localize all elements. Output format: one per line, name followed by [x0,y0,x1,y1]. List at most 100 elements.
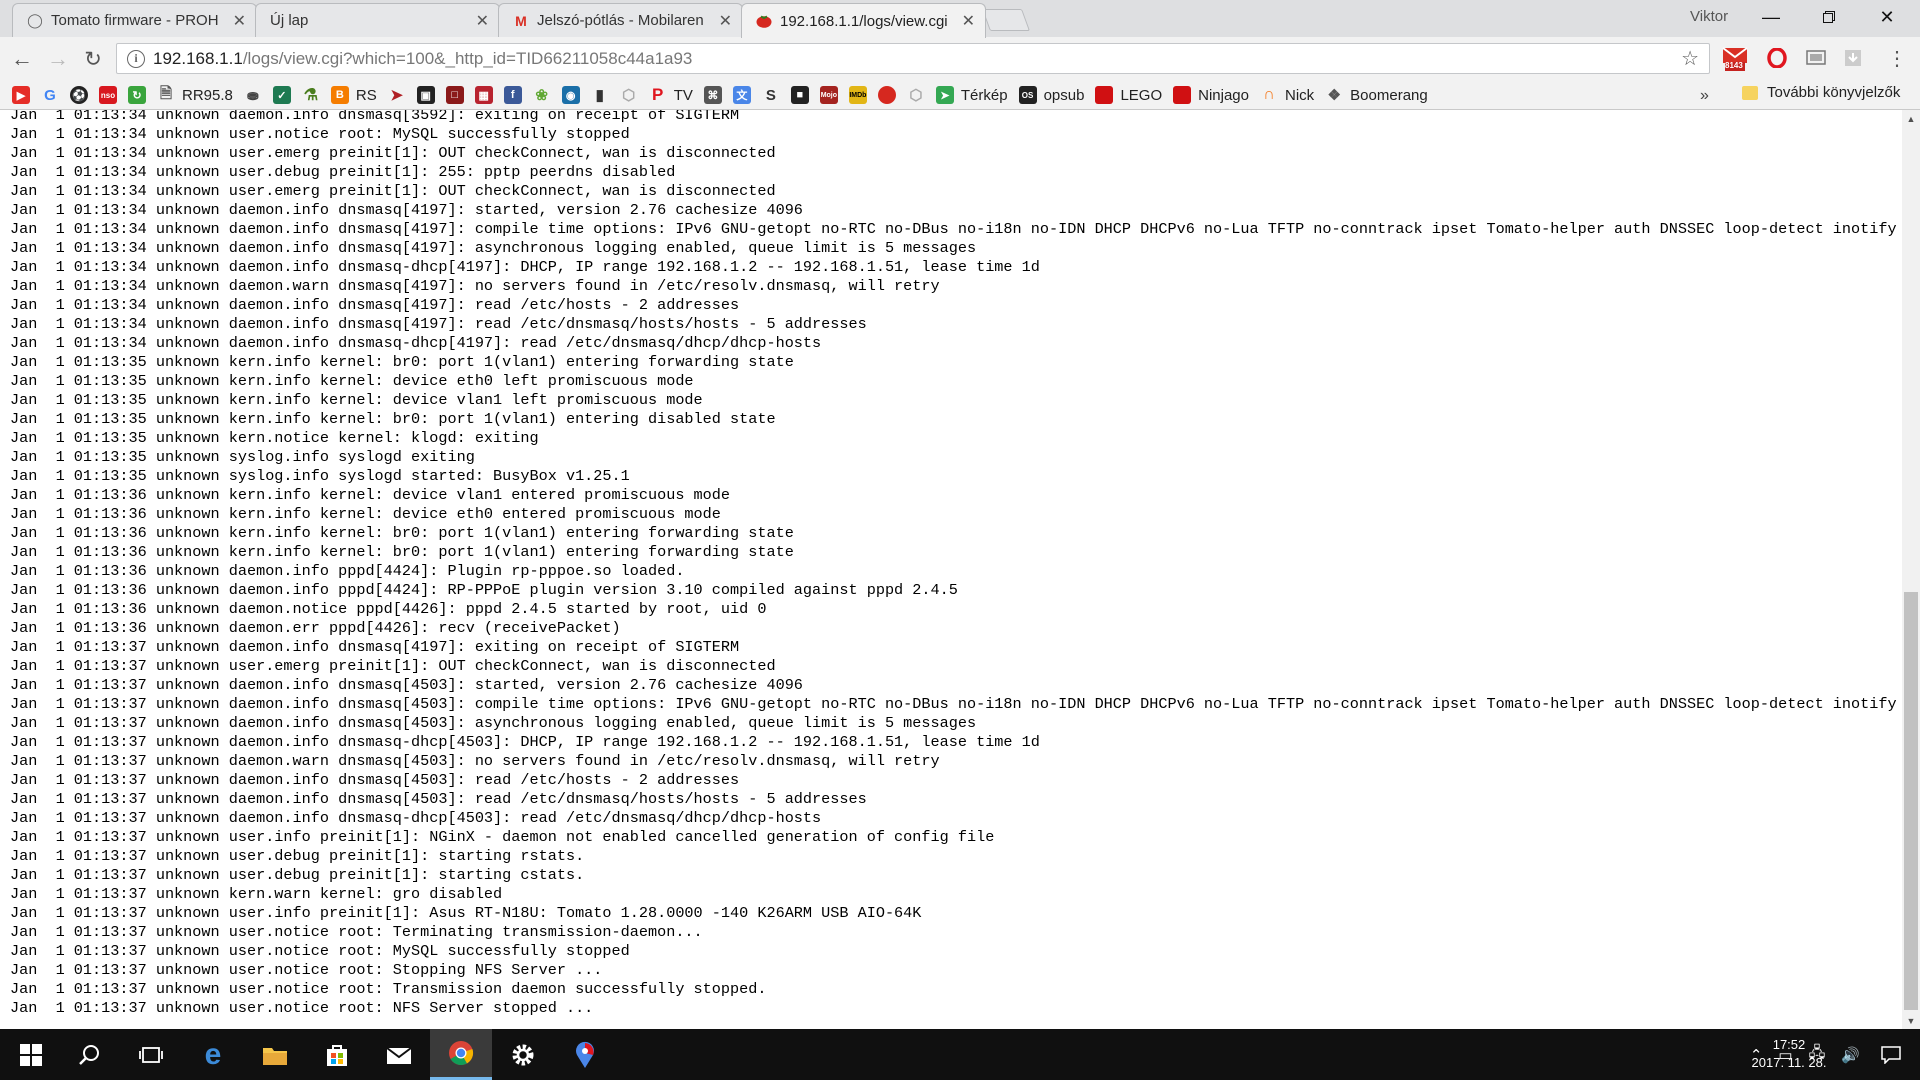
forward-button[interactable]: → [44,45,72,73]
reload-button[interactable]: ↻ [79,45,107,73]
log-line: Jan 1 01:13:35 unknown syslog.info syslo… [10,467,630,485]
bookmark-item[interactable]: 文 [732,86,751,104]
bookmark-item[interactable]: OS opsub [1018,86,1084,104]
opera-icon[interactable] [1764,45,1790,71]
file-explorer-icon[interactable] [244,1029,306,1080]
bookmark-item[interactable]: ✓ [272,86,291,104]
log-line: Jan 1 01:13:37 unknown user.emerg preini… [10,657,776,675]
bookmark-item[interactable]: G [41,86,59,104]
notification-center-icon[interactable] [1862,1029,1920,1080]
blogger-icon: B [330,86,349,104]
box-icon: ⬡ [622,87,636,104]
bookmark-item[interactable]: ⬡ [620,86,638,104]
maps-pin-icon[interactable] [554,1029,616,1080]
bookmark-item[interactable]: ⚗ [302,86,320,104]
close-icon[interactable]: ✕ [476,11,489,31]
bookmark-item[interactable]: S [762,86,780,104]
bookmark-item[interactable]: Mojo [819,86,838,104]
scroll-down-arrow-icon[interactable]: ▼ [1902,1012,1920,1029]
gmail-extension-icon[interactable]: 8143 [1722,45,1748,71]
log-line: Jan 1 01:13:35 unknown kern.info kernel:… [10,410,776,428]
bookmark-item[interactable]: ▶ [12,86,30,104]
info-icon[interactable]: i [127,49,145,68]
address-bar[interactable]: i 192.168.1.1/logs/view.cgi?which=100&_h… [116,43,1710,74]
star-icon[interactable]: ☆ [1681,46,1699,71]
other-bookmarks[interactable]: További könyvjelzők [1742,84,1900,101]
profile-name[interactable]: Viktor [1690,8,1728,25]
bookmark-item[interactable]: f [503,86,522,104]
tab-tomato-firmware[interactable]: ◯ Tomato firmware - PROH ✕ [12,3,257,37]
start-button[interactable] [0,1029,62,1080]
log-line: Jan 1 01:13:34 unknown daemon.info dnsma… [10,315,867,333]
tab-jelszo-potlas[interactable]: M Jelszó-pótlás - Mobilaren ✕ [498,3,743,37]
bookmarks-overflow-button[interactable]: » [1700,87,1709,105]
clock-time: 17:52 [1772,1037,1806,1052]
download-icon[interactable] [1840,45,1866,71]
mail-icon[interactable] [368,1029,430,1080]
bookmark-item[interactable]: ■ [790,86,809,104]
bookmark-item[interactable]: ∩ Nick [1260,86,1314,104]
store-icon[interactable] [306,1029,368,1080]
restore-button[interactable] [1801,0,1857,34]
bookmark-item[interactable]: ▮ [591,86,609,104]
bookmark-item[interactable]: ⌘ [703,86,722,104]
tab-log-view[interactable]: 192.168.1.1/logs/view.cgi ✕ [741,3,986,38]
bookmark-item[interactable] [877,86,896,104]
new-tab-button[interactable] [981,9,1031,31]
bookmark-item[interactable]: ❖ Boomerang [1325,86,1428,105]
close-icon[interactable]: ✕ [962,11,975,31]
tab-new-tab[interactable]: Új lap ✕ [255,3,500,37]
url-text[interactable]: 192.168.1.1/logs/view.cgi?which=100&_htt… [153,49,692,69]
url-path: /logs/view.cgi?which=100&_http_id=TID662… [242,48,693,68]
bookmark-item[interactable]: B RS [330,86,377,104]
bookmark-item[interactable]: ❀ [533,86,551,104]
chrome-icon[interactable] [430,1029,492,1080]
leaf-icon: ❀ [535,87,548,104]
close-icon[interactable]: ✕ [233,11,246,31]
bookmark-label: LEGO [1120,86,1163,104]
bookmark-item[interactable]: LEGO [1095,86,1162,104]
bookmark-item[interactable]: ⚽ [70,86,88,104]
log-line: Jan 1 01:13:37 unknown daemon.info dnsma… [10,790,867,808]
tomato-icon [756,13,772,29]
bookmark-item[interactable]: ↻ [128,86,146,104]
scrollbar[interactable]: ▲ ▼ [1902,110,1920,1029]
task-view-icon[interactable] [120,1029,182,1080]
log-line: Jan 1 01:13:34 unknown daemon.info dnsma… [10,110,740,124]
close-window-button[interactable]: ✕ [1859,0,1915,34]
bookmark-item[interactable]: nso [99,86,117,104]
log-line: Jan 1 01:13:34 unknown daemon.info dnsma… [10,220,1897,238]
scroll-up-arrow-icon[interactable]: ▲ [1902,110,1920,127]
bookmark-item[interactable]: ⛂ [244,86,262,104]
bookmark-item[interactable]: ▦ [474,86,493,104]
volume-icon[interactable]: 🔊 [1841,1046,1860,1064]
tab-title: Új lap [270,12,309,29]
cast-icon[interactable] [1803,45,1829,71]
bookmark-item[interactable]: ▣ [416,86,435,104]
bookmark-item[interactable]: Ninjago [1173,86,1249,104]
bookmark-item[interactable]: 🗎 RR95.8 [157,85,233,104]
minimize-button[interactable]: — [1743,0,1799,34]
bookmark-item[interactable]: ➤ [388,86,406,104]
search-icon[interactable] [58,1029,120,1080]
bookmark-label: Boomerang [1350,86,1428,104]
bookmark-item[interactable]: ⬡ [907,86,925,104]
settings-gear-icon[interactable] [492,1029,554,1080]
bookmark-item[interactable]: ◉ [561,86,580,104]
log-line: Jan 1 01:13:36 unknown kern.info kernel:… [10,524,794,542]
edge-icon[interactable]: e [182,1029,244,1080]
other-bookmarks-label: További könyvjelzők [1767,84,1901,101]
close-icon[interactable]: ✕ [719,11,732,31]
tab-strip: ◯ Tomato firmware - PROH ✕ Új lap ✕ M Je… [0,0,1920,38]
bookmark-item[interactable]: ➤ Térkép [935,86,1008,104]
bookmark-item[interactable]: □ [445,86,464,104]
menu-icon[interactable]: ⋮ [1884,45,1910,71]
clock[interactable]: 17:52 2017. 11. 28. [1740,1036,1838,1072]
bookmark-item[interactable]: IMDb [848,86,867,104]
scrollbar-thumb[interactable] [1904,592,1918,1010]
bookmark-label: Térkép [960,86,1008,104]
back-button[interactable]: ← [8,45,36,73]
log-line: Jan 1 01:13:37 unknown user.info preinit… [10,828,995,846]
bookmark-item[interactable]: P TV [649,85,693,104]
log-line: Jan 1 01:13:37 unknown user.notice root:… [10,942,630,960]
